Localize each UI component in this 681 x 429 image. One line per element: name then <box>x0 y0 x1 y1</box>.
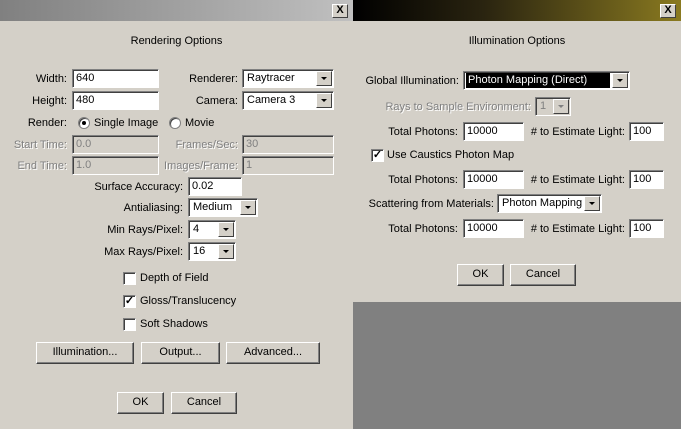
estimate-light-input[interactable]: 100 <box>629 122 664 141</box>
max-rays-value: 16 <box>193 245 206 257</box>
illumination-button[interactable]: Illumination... <box>36 342 134 364</box>
title-bar[interactable] <box>0 0 353 21</box>
frames-sec-input[interactable]: 30 <box>242 135 334 154</box>
soft-shadows-checkbox[interactable] <box>123 318 136 331</box>
max-rays-label: Max Rays/Pixel: <box>104 246 183 258</box>
render-label: Render: <box>27 117 67 129</box>
scattering-estimate-light-input[interactable]: 100 <box>629 219 664 238</box>
antialiasing-label: Antialiasing: <box>123 202 183 214</box>
camera-value: Camera 3 <box>247 94 296 106</box>
start-time-label: Start Time: <box>13 139 67 151</box>
renderer-dropdown[interactable]: Raytracer <box>242 69 334 88</box>
rays-sample-env-label: Rays to Sample Environment: <box>385 101 531 113</box>
camera-dropdown[interactable]: Camera 3 <box>242 91 334 110</box>
width-label: Width: <box>35 73 67 85</box>
antialiasing-dropdown[interactable]: Medium <box>188 198 258 217</box>
depth-of-field-checkbox[interactable] <box>123 272 136 285</box>
ok-button[interactable]: OK <box>457 264 504 286</box>
gloss-translucency-label[interactable]: Gloss/Translucency <box>140 294 236 308</box>
chevron-down-icon[interactable] <box>584 196 600 211</box>
movie-label[interactable]: Movie <box>185 116 214 130</box>
scattering-total-photons-input[interactable]: 10000 <box>463 219 524 238</box>
chevron-down-icon[interactable] <box>553 99 569 114</box>
height-input[interactable]: 480 <box>72 91 159 110</box>
rendering-options-dialog: X Rendering Options Width: 640 Height: 4… <box>0 0 353 429</box>
desktop-background <box>353 302 681 429</box>
scattering-estimate-light-label: # to Estimate Light: <box>530 223 625 235</box>
advanced-button[interactable]: Advanced... <box>226 342 320 364</box>
global-illumination-value: Photon Mapping (Direct) <box>466 73 610 88</box>
surface-accuracy-label: Surface Accuracy: <box>94 181 183 193</box>
caustics-total-photons-label: Total Photons: <box>388 174 458 186</box>
caustics-estimate-light-label: # to Estimate Light: <box>530 174 625 186</box>
chevron-down-icon[interactable] <box>218 244 234 259</box>
min-rays-label: Min Rays/Pixel: <box>107 224 183 236</box>
single-image-radio[interactable] <box>78 117 90 129</box>
ok-button[interactable]: OK <box>117 392 164 414</box>
frames-sec-label: Frames/Sec: <box>175 139 238 151</box>
caustics-total-photons-input[interactable]: 10000 <box>463 170 524 189</box>
caustics-estimate-light-input[interactable]: 100 <box>629 170 664 189</box>
global-illumination-dropdown[interactable]: Photon Mapping (Direct) <box>463 71 630 90</box>
chevron-down-icon[interactable] <box>240 200 256 215</box>
chevron-down-icon[interactable] <box>218 222 234 237</box>
images-frame-input[interactable]: 1 <box>242 156 334 175</box>
global-illumination-label: Global Illumination: <box>365 75 459 87</box>
scattering-dropdown[interactable]: Photon Mapping <box>497 194 602 213</box>
renderer-value: Raytracer <box>247 72 295 84</box>
height-label: Height: <box>32 95 67 107</box>
width-input[interactable]: 640 <box>72 69 159 88</box>
dialog-heading: Rendering Options <box>130 35 223 47</box>
chevron-down-icon[interactable] <box>316 93 332 108</box>
total-photons-label: Total Photons: <box>388 126 458 138</box>
illumination-options-dialog: X Illumination Options Global Illuminati… <box>353 0 681 302</box>
end-time-label: End Time: <box>17 160 67 172</box>
title-bar[interactable] <box>353 0 681 21</box>
soft-shadows-label[interactable]: Soft Shadows <box>140 317 208 331</box>
caustics-checkbox[interactable]: ✓ <box>371 149 384 162</box>
close-button[interactable]: X <box>332 4 348 18</box>
antialiasing-value: Medium <box>193 201 233 213</box>
surface-accuracy-input[interactable]: 0.02 <box>188 177 242 196</box>
dialog-heading: Illumination Options <box>468 35 566 47</box>
caustics-label[interactable]: Use Caustics Photon Map <box>387 148 514 162</box>
movie-radio[interactable] <box>169 117 181 129</box>
rays-sample-env-dropdown[interactable]: 1 <box>535 97 571 116</box>
close-button[interactable]: X <box>660 4 676 18</box>
max-rays-dropdown[interactable]: 16 <box>188 242 236 261</box>
total-photons-input[interactable]: 10000 <box>463 122 524 141</box>
chevron-down-icon[interactable] <box>612 73 628 88</box>
rays-sample-env-value: 1 <box>540 100 547 112</box>
images-frame-label: Images/Frame: <box>164 160 238 172</box>
min-rays-value: 4 <box>193 223 200 235</box>
output-button[interactable]: Output... <box>141 342 220 364</box>
depth-of-field-label[interactable]: Depth of Field <box>140 271 208 285</box>
estimate-light-label: # to Estimate Light: <box>530 126 625 138</box>
gloss-translucency-checkbox[interactable]: ✓ <box>123 295 136 308</box>
start-time-input[interactable]: 0.0 <box>72 135 159 154</box>
end-time-input[interactable]: 1.0 <box>72 156 159 175</box>
cancel-button[interactable]: Cancel <box>510 264 576 286</box>
single-image-label[interactable]: Single Image <box>94 116 158 130</box>
scattering-label: Scattering from Materials: <box>368 198 494 210</box>
cancel-button[interactable]: Cancel <box>171 392 237 414</box>
chevron-down-icon[interactable] <box>316 71 332 86</box>
min-rays-dropdown[interactable]: 4 <box>188 220 236 239</box>
scattering-value: Photon Mapping <box>502 197 582 209</box>
scattering-total-photons-label: Total Photons: <box>388 223 458 235</box>
camera-label: Camera: <box>195 95 238 107</box>
renderer-label: Renderer: <box>189 73 238 85</box>
